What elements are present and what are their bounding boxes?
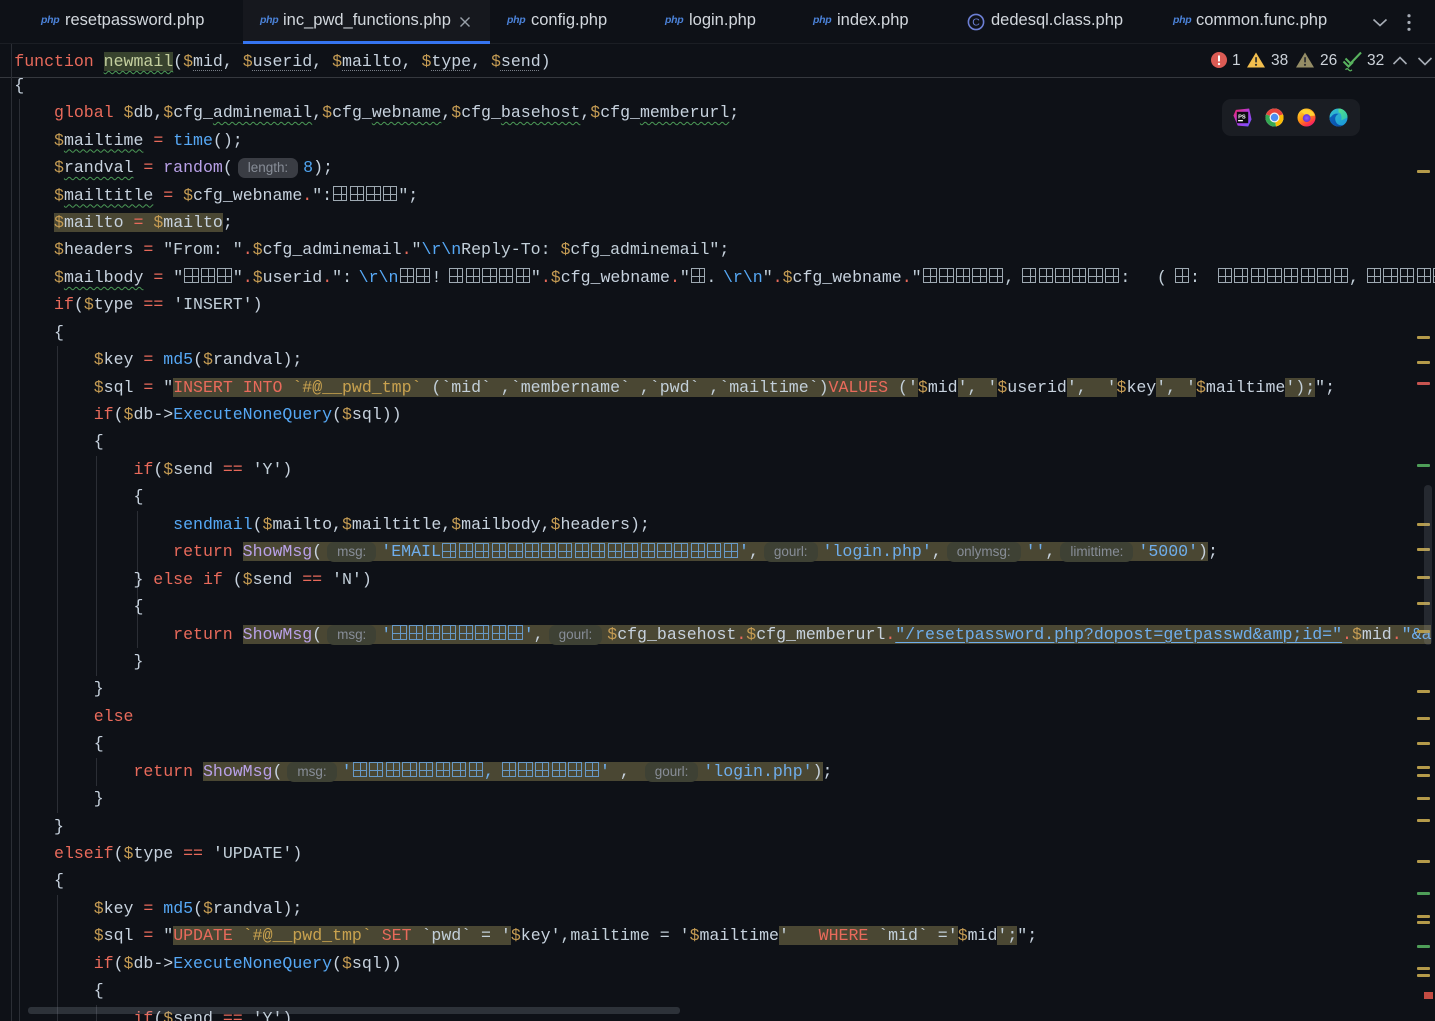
svg-text:C: C — [972, 17, 980, 29]
svg-text:PS: PS — [1238, 114, 1246, 120]
